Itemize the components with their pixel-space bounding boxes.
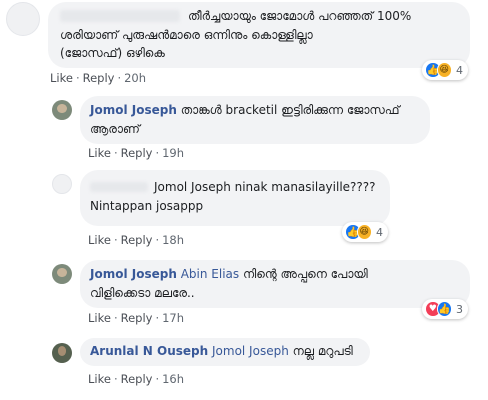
- redacted-author-name: [90, 182, 148, 192]
- timestamp[interactable]: 20h: [124, 71, 146, 85]
- mention-tag[interactable]: Jomol Joseph: [212, 344, 289, 358]
- haha-icon: 😆: [356, 224, 372, 240]
- reaction-summary[interactable]: ♥ 👍 3: [422, 299, 468, 319]
- timestamp[interactable]: 16h: [162, 372, 184, 386]
- reaction-count: 4: [376, 225, 383, 239]
- comment-text-line: (ജോസഫ്) ഒഴികെ: [60, 46, 165, 61]
- like-icon: 👍: [436, 301, 452, 317]
- comment-actions: Like · Reply · 16h: [88, 372, 185, 386]
- reaction-count: 4: [456, 63, 463, 77]
- comment-bubble: Arunlal N Ouseph Jomol Joseph നല്ല മറുപട…: [80, 338, 370, 366]
- timestamp[interactable]: 18h: [162, 233, 184, 247]
- comment-text-line: Jomol Joseph താങ്കൾ bracketil ഇട്ടിരിക്ക…: [90, 101, 420, 120]
- comment-bubble: Jomol Joseph താങ്കൾ bracketil ഇട്ടിരിക്ക…: [80, 96, 430, 144]
- comment-text: താങ്കൾ bracketil ഇട്ടിരിക്കുന്ന ജോസഫ്: [180, 103, 400, 117]
- reaction-count: 3: [456, 302, 463, 316]
- author-name[interactable]: Jomol Joseph: [90, 267, 177, 281]
- like-link[interactable]: Like: [50, 71, 73, 85]
- comment-text: നല്ല മറുപടി: [292, 344, 353, 358]
- like-link[interactable]: Like: [88, 233, 111, 247]
- reply-link[interactable]: Reply: [121, 146, 153, 160]
- comment-bubble: Jomol Joseph ninak manasilayille???? Nin…: [80, 170, 390, 226]
- author-name[interactable]: Arunlal N Ouseph: [90, 344, 208, 358]
- mention-tag[interactable]: Abin Elias: [181, 267, 239, 281]
- reply-link[interactable]: Reply: [121, 372, 153, 386]
- like-link[interactable]: Like: [88, 311, 111, 325]
- avatar[interactable]: [52, 343, 72, 363]
- reply-link[interactable]: Reply: [121, 311, 153, 325]
- timestamp[interactable]: 17h: [162, 311, 184, 325]
- like-link[interactable]: Like: [88, 372, 111, 386]
- comment-actions: Like · Reply · 17h: [88, 311, 185, 325]
- avatar[interactable]: [6, 2, 40, 36]
- comment-text-line: Jomol Joseph Abin Elias നിന്റെ അപ്പനെ പോ…: [90, 265, 460, 284]
- like-link[interactable]: Like: [88, 146, 111, 160]
- reply-link[interactable]: Reply: [83, 71, 115, 85]
- haha-icon: 😆: [436, 62, 452, 78]
- avatar[interactable]: [52, 100, 72, 120]
- reply-link[interactable]: Reply: [121, 233, 153, 247]
- comment-text: നിന്റെ അപ്പനെ പോയി: [242, 267, 368, 281]
- reaction-summary[interactable]: 👍 😆 4: [422, 60, 468, 80]
- author-name[interactable]: Jomol Joseph: [90, 103, 177, 117]
- avatar[interactable]: [52, 174, 72, 194]
- comment-actions: Like · Reply · 19h: [88, 146, 185, 160]
- comment-actions: Like · Reply · 20h: [50, 71, 147, 85]
- timestamp[interactable]: 19h: [162, 146, 184, 160]
- comment-text-line: ആരാണ്: [90, 121, 140, 136]
- comment-bubble: തീർച്ചയായും ജോമോൾ പറഞ്ഞത് 100% ശരിയാണ് പ…: [48, 2, 470, 68]
- comment-text-line: Nintappan josappp: [90, 198, 204, 213]
- comment-actions: Like · Reply · 18h: [88, 233, 185, 247]
- comment-text-line: വിളിക്കെടാ മലരേ..: [90, 285, 195, 300]
- comment-text-line: ശരിയാണ് പുരുഷൻമാരെ ഒന്നിനും കൊള്ളില്ലാ: [60, 27, 313, 42]
- comment-bubble: Jomol Joseph Abin Elias നിന്റെ അപ്പനെ പോ…: [80, 260, 470, 308]
- avatar[interactable]: [52, 264, 72, 284]
- reaction-summary[interactable]: 👍 😆 4: [342, 222, 388, 242]
- redacted-author-name: [60, 10, 180, 22]
